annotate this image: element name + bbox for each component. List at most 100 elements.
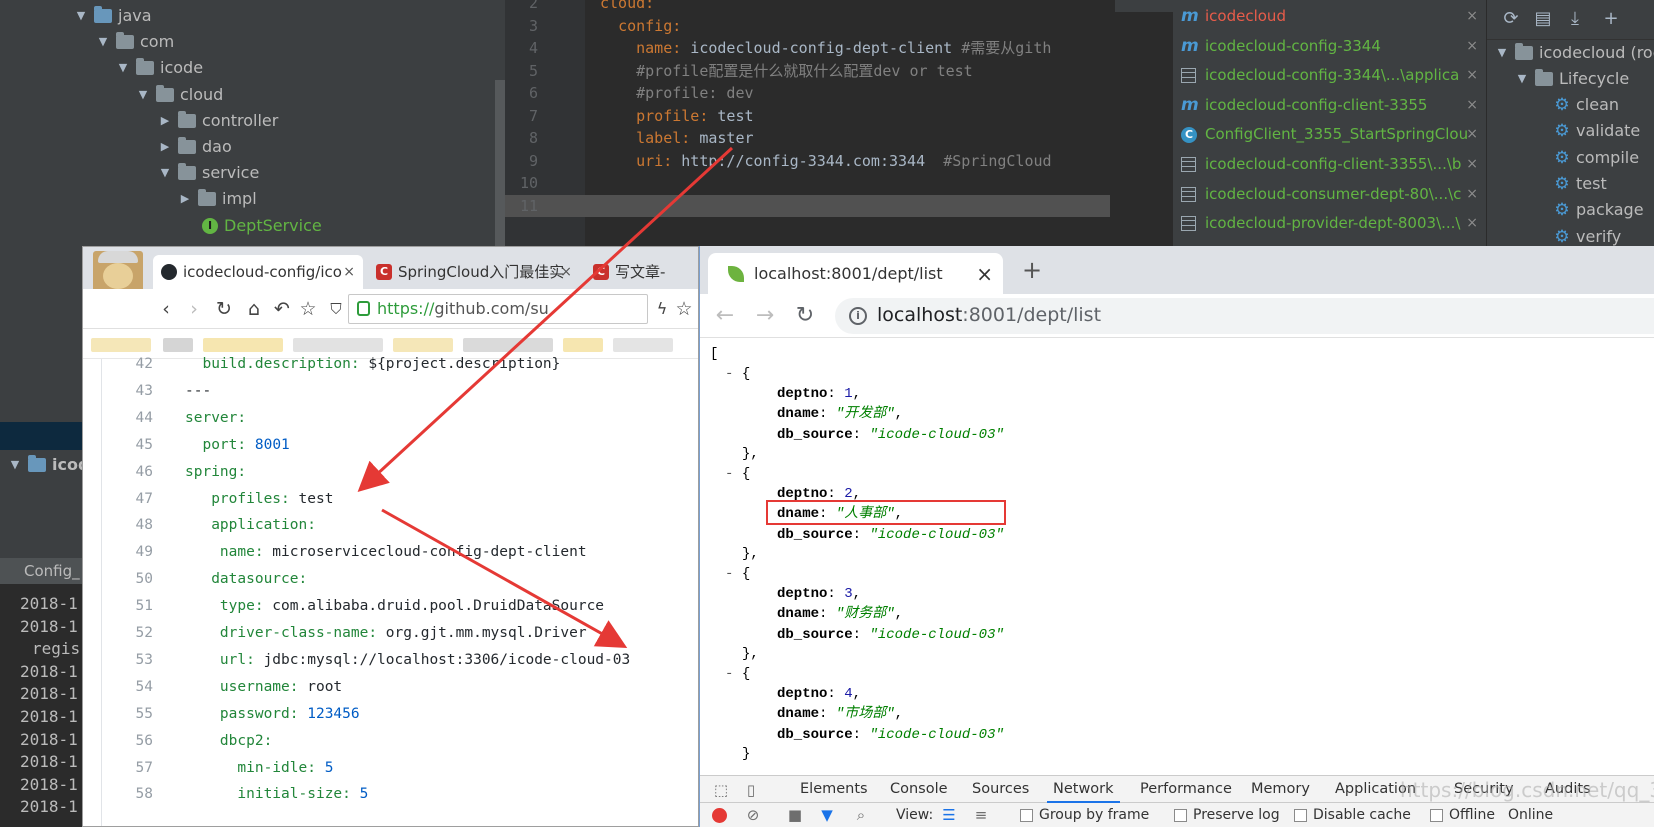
tree-item[interactable]: ▼ icode: [114, 55, 203, 81]
maven-goal-item[interactable]: ⚙ package: [1553, 197, 1643, 223]
collapsed-arrow-icon[interactable]: ▶: [156, 108, 174, 134]
tree-item[interactable]: ▼ icod: [6, 452, 89, 478]
console-tab[interactable]: Config_: [0, 558, 82, 584]
info-icon[interactable]: i: [849, 307, 867, 325]
browser1-tab[interactable]: icodecloud-config/ico ×: [153, 255, 363, 289]
open-file-item[interactable]: icodecloud-config-3344\...\applica ×: [1173, 60, 1486, 91]
star-icon[interactable]: ☆: [297, 297, 319, 321]
tree-item[interactable]: ▼ java: [72, 3, 152, 29]
maven-lifecycle-item[interactable]: ▼ Lifecycle: [1513, 66, 1629, 92]
bookmark-blur[interactable]: [563, 338, 603, 352]
group-by-frame-checkbox[interactable]: Group by frame: [1020, 807, 1149, 823]
waterfall-icon[interactable]: ≡: [972, 806, 990, 824]
tab-localhost[interactable]: localhost:8001/dept/list ×: [708, 253, 1003, 294]
open-file-item[interactable]: m icodecloud-config-client-3355 ×: [1173, 90, 1486, 121]
expanded-arrow-icon[interactable]: ▼: [156, 160, 174, 186]
close-icon[interactable]: ×: [1466, 90, 1478, 121]
folder-sync-icon[interactable]: ▤: [1533, 9, 1553, 29]
offline-checkbox[interactable]: Offline: [1430, 807, 1495, 823]
open-file-item[interactable]: C ConfigClient_3355_StartSpringClou ×: [1173, 119, 1486, 150]
close-tab-icon[interactable]: ×: [976, 262, 993, 286]
inspect-icon[interactable]: ⬚: [712, 781, 730, 799]
close-icon[interactable]: ×: [1466, 208, 1478, 239]
address-bar[interactable]: https://github.com/su: [348, 294, 648, 324]
clear-icon[interactable]: ⊘: [744, 806, 762, 824]
tree-item[interactable]: ▶ impl: [176, 186, 257, 212]
collapse-toggle[interactable]: -: [725, 566, 742, 582]
tree-item[interactable]: ▼ service: [156, 160, 259, 186]
close-tab-icon[interactable]: ×: [560, 256, 572, 288]
tree-item[interactable]: ▼ cloud: [134, 82, 223, 108]
open-file-item[interactable]: m icodecloud-config-3344 ×: [1173, 31, 1486, 62]
devtools-tab[interactable]: Performance: [1140, 776, 1232, 803]
close-icon[interactable]: ×: [1466, 60, 1478, 91]
tree-item[interactable]: ▼ com: [94, 29, 174, 55]
camera-icon[interactable]: ■: [786, 806, 804, 824]
expanded-arrow-icon[interactable]: ▼: [1513, 66, 1531, 92]
forward-icon[interactable]: ›: [183, 297, 205, 321]
devtools-tab[interactable]: Sources: [972, 776, 1029, 803]
undo-icon[interactable]: ↶: [271, 297, 293, 321]
bookmark-blur[interactable]: [393, 338, 453, 352]
maven-goal-item[interactable]: ⚙ test: [1553, 171, 1606, 197]
close-icon[interactable]: ×: [1466, 119, 1478, 150]
expanded-arrow-icon[interactable]: ▼: [1493, 40, 1511, 66]
bookmark-blur[interactable]: [463, 338, 553, 352]
browser1-tab[interactable]: C SpringCloud入门最佳实 ×: [368, 255, 580, 289]
reload-icon[interactable]: ↻: [213, 297, 235, 321]
bookmark-blur[interactable]: [613, 338, 673, 352]
bookmark-blur[interactable]: [203, 338, 283, 352]
home-icon[interactable]: ⌂: [243, 297, 265, 321]
open-file-item[interactable]: icodecloud-config-client-3355\...\b ×: [1173, 149, 1486, 180]
expanded-arrow-icon[interactable]: ▼: [114, 55, 132, 81]
open-file-item[interactable]: icodecloud-provider-dept-8003\...\ ×: [1173, 208, 1486, 239]
close-tab-icon[interactable]: ×: [343, 256, 355, 288]
add-icon[interactable]: +: [1601, 9, 1621, 29]
tree-item[interactable]: ▶ dao: [156, 134, 232, 160]
refresh-icon[interactable]: ⟳: [1501, 9, 1521, 29]
expanded-arrow-icon[interactable]: ▼: [72, 3, 90, 29]
new-tab-icon[interactable]: +: [1020, 258, 1044, 282]
bookmark-blur[interactable]: [163, 338, 193, 352]
collapsed-arrow-icon[interactable]: ▶: [176, 186, 194, 212]
lightning-icon[interactable]: ϟ: [651, 297, 673, 321]
open-file-item[interactable]: icodecloud-consumer-dept-80\...\c ×: [1173, 179, 1486, 210]
yaml-editor[interactable]: 2 cloud: 3 config: 4 name: icodecloud-confi…: [505, 0, 1173, 255]
bookmark-star-icon[interactable]: ☆: [673, 297, 695, 321]
close-icon[interactable]: ×: [1466, 179, 1478, 210]
tree-item[interactable]: ▶ controller: [156, 108, 278, 134]
filter-icon[interactable]: ▼: [818, 806, 836, 824]
shield-icon[interactable]: ⛉: [325, 297, 347, 321]
expanded-arrow-icon[interactable]: ▼: [94, 29, 112, 55]
devtools-tab[interactable]: Elements: [800, 776, 868, 803]
reload-icon[interactable]: ↻: [792, 303, 818, 329]
collapse-toggle[interactable]: -: [725, 466, 742, 482]
tree-item[interactable]: I DeptService: [202, 213, 322, 239]
devtools-tab[interactable]: Network: [1047, 776, 1120, 803]
collapse-toggle[interactable]: -: [725, 366, 742, 382]
forward-icon[interactable]: →: [752, 303, 778, 329]
throttle-select[interactable]: Online: [1508, 807, 1553, 823]
maven-goal-item[interactable]: ⚙ compile: [1553, 145, 1639, 171]
expanded-arrow-icon[interactable]: ▼: [134, 82, 152, 108]
open-file-item[interactable]: m icodecloud ×: [1173, 1, 1486, 32]
close-icon[interactable]: ×: [1466, 149, 1478, 180]
disable-cache-checkbox[interactable]: Disable cache: [1294, 807, 1411, 823]
tree-scrollbar[interactable]: [495, 80, 505, 255]
expanded-arrow-icon[interactable]: ▼: [6, 452, 24, 478]
devtools-tab[interactable]: Console: [890, 776, 948, 803]
collapse-toggle[interactable]: -: [725, 666, 742, 682]
device-toggle-icon[interactable]: ▯: [742, 781, 760, 799]
back-icon[interactable]: ←: [712, 303, 738, 329]
download-icon[interactable]: ⤓: [1565, 9, 1585, 29]
maven-goal-item[interactable]: ⚙ validate: [1553, 118, 1640, 144]
list-view-icon[interactable]: ☰: [940, 806, 958, 824]
preserve-log-checkbox[interactable]: Preserve log: [1174, 807, 1280, 823]
close-icon[interactable]: ×: [1466, 1, 1478, 32]
bookmark-blur[interactable]: [293, 338, 383, 352]
collapsed-arrow-icon[interactable]: ▶: [156, 134, 174, 160]
record-icon[interactable]: [712, 808, 727, 823]
bookmark-blur[interactable]: [91, 338, 151, 352]
maven-root-item[interactable]: ▼ icodecloud (roo: [1493, 40, 1654, 66]
omnibox[interactable]: i localhost:8001/dept/list: [835, 298, 1654, 334]
